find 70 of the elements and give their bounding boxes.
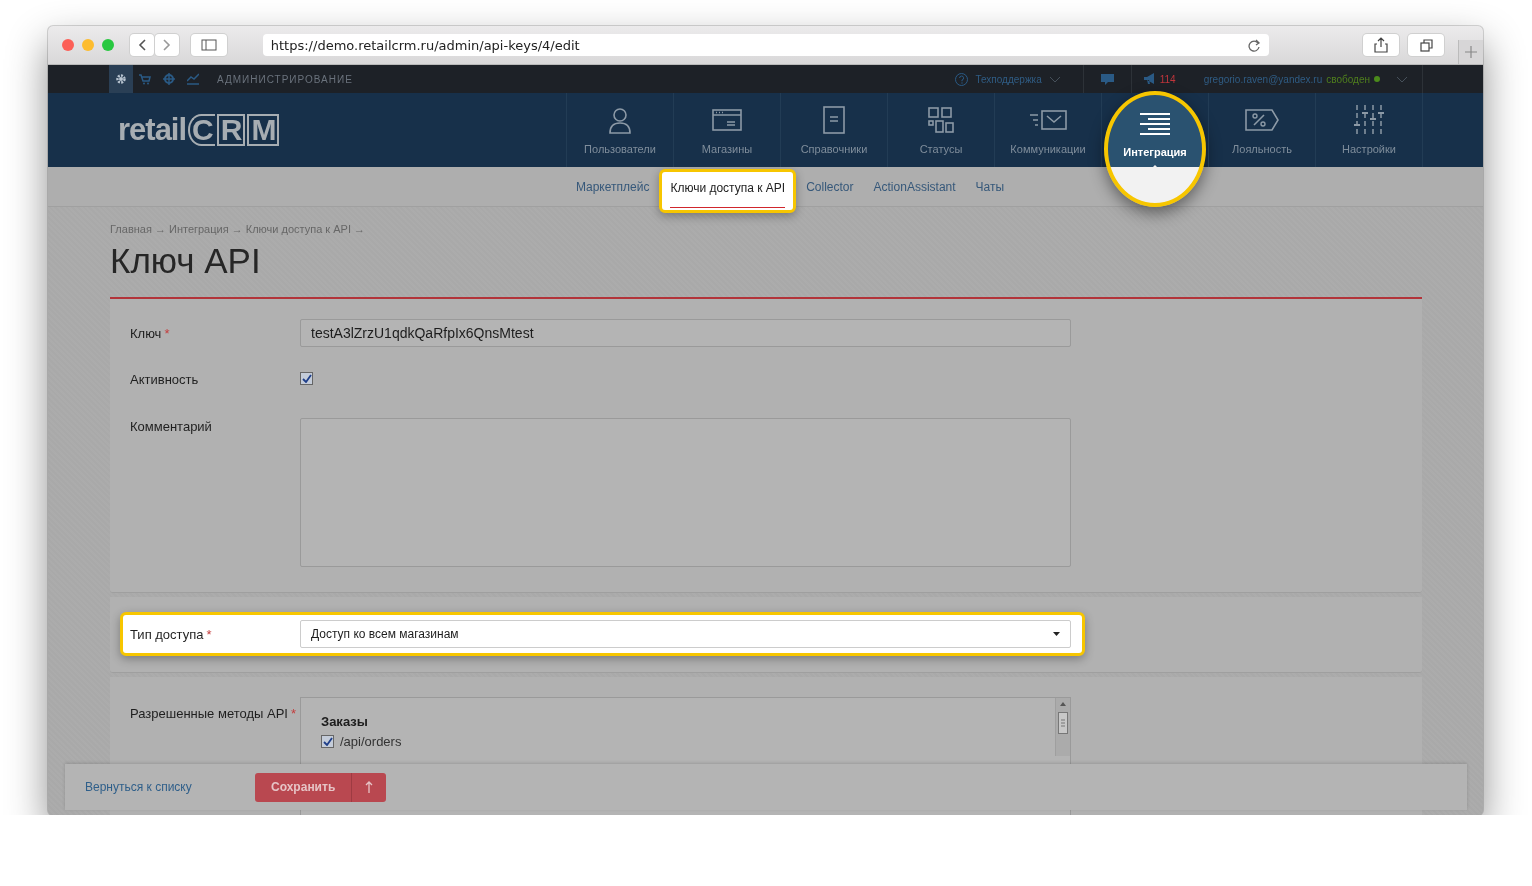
cart-icon [139,73,151,85]
status-dot-icon [1374,76,1380,82]
caret-icon [1396,75,1408,83]
field-label: Тип доступа [130,627,204,642]
sub-nav-tab[interactable]: Collector [796,167,864,194]
window-control-icon [62,39,74,51]
plus-icon [1465,46,1477,58]
sub-nav-tab[interactable]: Маркетплейс [565,167,660,194]
arrow-up-icon [364,780,375,794]
comment-field[interactable] [300,418,1071,567]
tabs-icon [1419,38,1433,52]
share-button[interactable] [1363,34,1400,56]
section-title: АДМИНИСТРИРОВАНИЕ [217,72,353,87]
caret-icon [1048,75,1061,83]
field-label: Комментарий [130,419,212,434]
window-icon [712,107,742,133]
check-icon [322,737,333,746]
document-icon [823,106,845,134]
window-control-icon [102,39,114,51]
support-menu[interactable]: Техподдержка [938,65,1083,93]
check-icon [301,374,312,383]
tabs-button[interactable] [1408,34,1445,56]
lines-icon [1138,112,1172,136]
back-button[interactable] [130,34,154,56]
envelope-icon [1029,109,1067,131]
scroll-up-icon [1059,701,1067,707]
sidebar-icon [200,39,217,51]
field-label: Разрешенные методы API [130,706,288,721]
chevron-right-icon [161,38,172,52]
scrollbar[interactable] [1055,698,1070,756]
crosshair-icon [163,73,175,85]
chat-icon [1100,73,1114,85]
blocks-icon [928,107,954,133]
required-mark: * [206,627,212,642]
new-tab-button[interactable] [1458,40,1483,64]
sub-nav-tab[interactable]: ActionAssistant [863,167,966,194]
megaphone-icon [1143,73,1156,85]
key-field[interactable]: testA3lZrzU1qdkQaRfpIx6QnsMtest [300,319,1071,347]
field-label: Активность [130,372,199,387]
forward-button[interactable] [154,34,179,56]
chevron-left-icon [136,38,147,52]
settings-button[interactable] [109,65,133,93]
dropdown-caret-icon [1053,632,1060,636]
share-icon [1374,37,1389,53]
page-title: Ключ API [110,241,262,281]
address-field[interactable]: https://demo.retailcrm.ru/admin/api-keys/4/edit [262,34,1270,56]
user-menu[interactable]: gregorio.raven@yandex.ru свободен [1203,65,1422,93]
sidebar-button[interactable] [190,34,227,56]
sub-nav-tab[interactable]: Чаты [965,167,1015,194]
person-icon [607,106,633,134]
required-mark: * [290,706,296,721]
checkbox[interactable] [300,372,313,385]
scroll-thumb-icon [1058,712,1068,734]
window-control-icon [82,39,94,51]
percent-tag-icon [1245,109,1279,131]
field-label: Ключ [130,326,162,341]
reload-icon [1248,38,1262,52]
save-button[interactable]: Сохранить [255,772,387,802]
sliders-icon [1353,105,1385,135]
chart-icon [187,73,199,85]
access-type-select[interactable]: Доступ ко всем магазинам [300,620,1071,648]
breadcrumb: Главная → Интеграция → Ключи доступа к API → [110,223,366,235]
method-label: /api/orders [340,734,402,749]
logo: retail C R M [118,112,280,148]
required-mark: * [164,326,170,341]
checkbox[interactable] [321,735,334,748]
back-link[interactable]: Вернуться к списку [85,780,255,794]
group-title: Заказы [321,714,369,729]
sub-nav-tab[interactable]: Ключи доступа к API [659,169,797,213]
help-icon [955,72,969,86]
